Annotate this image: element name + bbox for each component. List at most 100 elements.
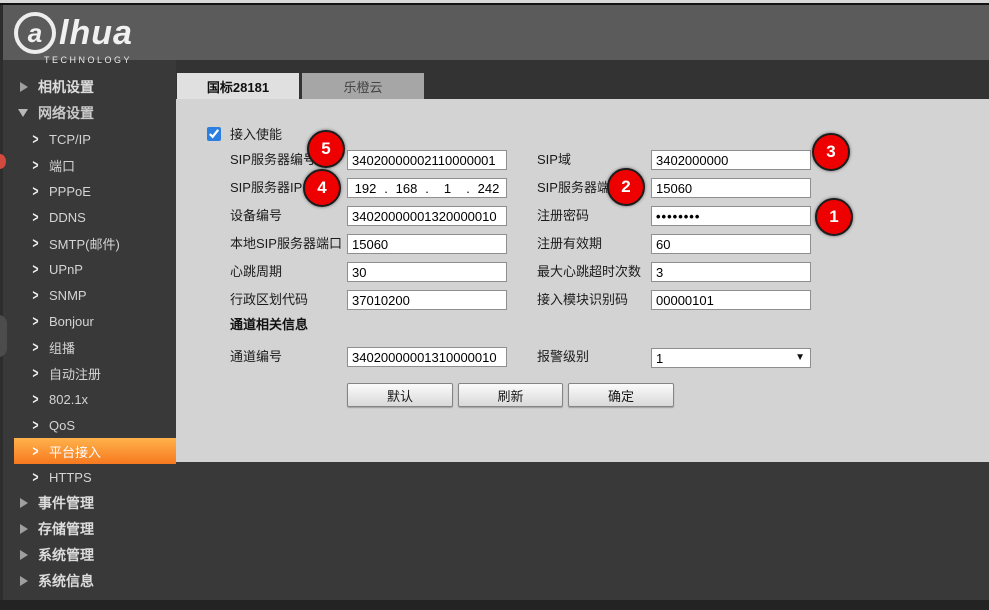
triangle-right-icon	[20, 82, 28, 92]
sidebar-item-system-info[interactable]: 系统信息	[3, 568, 176, 594]
chevron-right-icon: >	[33, 364, 39, 382]
chevron-right-icon: >	[33, 442, 39, 460]
chevron-right-icon: >	[33, 390, 39, 408]
sidebar-item-label: HTTPS	[49, 470, 92, 485]
sidebar-item-label: 事件管理	[38, 493, 94, 513]
sidebar-item-system-management[interactable]: 系统管理	[3, 542, 176, 568]
sip-domain-label: SIP域	[537, 150, 571, 170]
sidebar-item-snmp[interactable]: > SNMP	[3, 282, 176, 308]
sidebar-item-multicast[interactable]: > 组播	[3, 334, 176, 360]
sip-server-port-input[interactable]	[651, 178, 811, 198]
sidebar-item-label: 网络设置	[38, 103, 94, 123]
chevron-right-icon: >	[33, 234, 39, 252]
sidebar-item-label: 存储管理	[38, 519, 94, 539]
sidebar-item-label: UPnP	[49, 262, 83, 277]
sidebar-item-label: 自动注册	[49, 364, 101, 383]
logo-wordmark: lhua	[59, 16, 133, 50]
footer-strip	[0, 600, 989, 610]
chevron-right-icon: >	[33, 416, 39, 434]
sidebar-item-label: DDNS	[49, 210, 86, 225]
admin-region-code-input[interactable]	[347, 290, 507, 310]
chevron-right-icon: >	[33, 182, 39, 200]
sidebar-item-label: QoS	[49, 418, 75, 433]
sidebar-item-label: SMTP(邮件)	[49, 234, 120, 253]
ip-octet-3[interactable]: 1	[430, 181, 465, 196]
sip-server-id-input[interactable]	[347, 150, 507, 170]
access-module-id-input[interactable]	[651, 290, 811, 310]
sidebar-item-platform-access[interactable]: > 平台接入	[3, 438, 176, 464]
sidebar-item-tcpip[interactable]: > TCP/IP	[3, 126, 176, 152]
sidebar-item-8021x[interactable]: > 802.1x	[3, 386, 176, 412]
annotation-circle-2: 2	[607, 168, 645, 206]
max-heartbeat-timeouts-label: 最大心跳超时次数	[537, 262, 641, 282]
annotation-circle-3: 3	[812, 133, 850, 171]
sip-domain-input[interactable]	[651, 150, 811, 170]
admin-region-code-label: 行政区划代码	[230, 290, 308, 310]
sip-server-ip-label: SIP服务器IP	[230, 178, 302, 198]
tab-lechengyun[interactable]: 乐橙云	[302, 73, 424, 99]
sidebar-item-storage-management[interactable]: 存储管理	[3, 516, 176, 542]
header-bar: a lhua TECHNOLOGY	[0, 5, 989, 60]
sidebar-item-network-settings[interactable]: 网络设置	[3, 100, 176, 126]
enable-access-checkbox[interactable]	[207, 127, 221, 141]
enable-access-label: 接入使能	[230, 124, 282, 143]
sidebar-item-event-management[interactable]: 事件管理	[3, 490, 176, 516]
triangle-right-icon	[20, 498, 28, 508]
dahua-logo: a lhua TECHNOLOGY	[14, 12, 133, 65]
default-button[interactable]: 默认	[347, 383, 453, 407]
enable-access-row: 接入使能	[207, 124, 282, 143]
max-heartbeat-timeouts-input[interactable]	[651, 262, 811, 282]
triangle-right-icon	[20, 550, 28, 560]
chevron-right-icon: >	[33, 338, 39, 356]
sidebar-item-label: 系统信息	[38, 571, 94, 591]
heartbeat-period-input[interactable]	[347, 262, 507, 282]
register-password-label: 注册密码	[537, 206, 589, 226]
local-sip-server-port-label: 本地SIP服务器端口	[230, 234, 342, 254]
sidebar-item-camera-settings[interactable]: 相机设置	[3, 74, 176, 100]
tab-gb28181[interactable]: 国标28181	[177, 73, 299, 99]
gb28181-settings-panel: 接入使能 SIP服务器编号 SIP域 SIP服务器IP 192 . 168 . …	[176, 99, 989, 462]
tab-bar: 国标28181 乐橙云	[176, 60, 989, 99]
sidebar-item-label: 组播	[49, 338, 75, 357]
sidebar-item-auto-register[interactable]: > 自动注册	[3, 360, 176, 386]
local-sip-server-port-input[interactable]	[347, 234, 507, 254]
register-validity-label: 注册有效期	[537, 234, 602, 254]
chevron-right-icon: >	[33, 130, 39, 148]
sidebar-item-label: 802.1x	[49, 392, 88, 407]
alarm-level-select-wrap: 1 ▼	[651, 348, 811, 368]
register-password-input[interactable]	[651, 206, 811, 226]
device-id-label: 设备编号	[230, 206, 282, 226]
register-validity-input[interactable]	[651, 234, 811, 254]
sidebar-item-port[interactable]: > 端口	[3, 152, 176, 178]
refresh-button[interactable]: 刷新	[458, 383, 563, 407]
sidebar-item-https[interactable]: > HTTPS	[3, 464, 176, 490]
device-id-input[interactable]	[347, 206, 507, 226]
sidebar-item-label: 系统管理	[38, 545, 94, 565]
sidebar-item-label: SNMP	[49, 288, 87, 303]
sidebar-item-ddns[interactable]: > DDNS	[3, 204, 176, 230]
sidebar-item-label: Bonjour	[49, 314, 94, 329]
ip-octet-1[interactable]: 192	[348, 181, 383, 196]
triangle-right-icon	[20, 576, 28, 586]
annotation-circle-1: 1	[815, 198, 853, 236]
sidebar-item-label: TCP/IP	[49, 132, 91, 147]
sip-server-ip-input[interactable]: 192 . 168 . 1 . 242	[347, 178, 507, 198]
sidebar-item-bonjour[interactable]: > Bonjour	[3, 308, 176, 334]
chevron-right-icon: >	[33, 286, 39, 304]
ip-octet-4[interactable]: 242	[471, 181, 506, 196]
dahua-config-screen: a lhua TECHNOLOGY 相机设置 网络设置 > TCP/IP > 端…	[0, 0, 989, 610]
alarm-level-select[interactable]: 1	[651, 348, 811, 368]
channel-id-input[interactable]	[347, 347, 507, 367]
chevron-right-icon: >	[33, 468, 39, 486]
sidebar-item-smtp[interactable]: > SMTP(邮件)	[3, 230, 176, 256]
triangle-right-icon	[20, 524, 28, 534]
sidebar-item-upnp[interactable]: > UPnP	[3, 256, 176, 282]
sidebar-item-label: 相机设置	[38, 77, 94, 97]
ip-octet-2[interactable]: 168	[389, 181, 424, 196]
chevron-right-icon: >	[33, 156, 39, 174]
sidebar-item-qos[interactable]: > QoS	[3, 412, 176, 438]
sidebar-item-pppoe[interactable]: > PPPoE	[3, 178, 176, 204]
confirm-button[interactable]: 确定	[568, 383, 674, 407]
annotation-circle-5: 5	[307, 130, 345, 168]
chevron-right-icon: >	[33, 312, 39, 330]
